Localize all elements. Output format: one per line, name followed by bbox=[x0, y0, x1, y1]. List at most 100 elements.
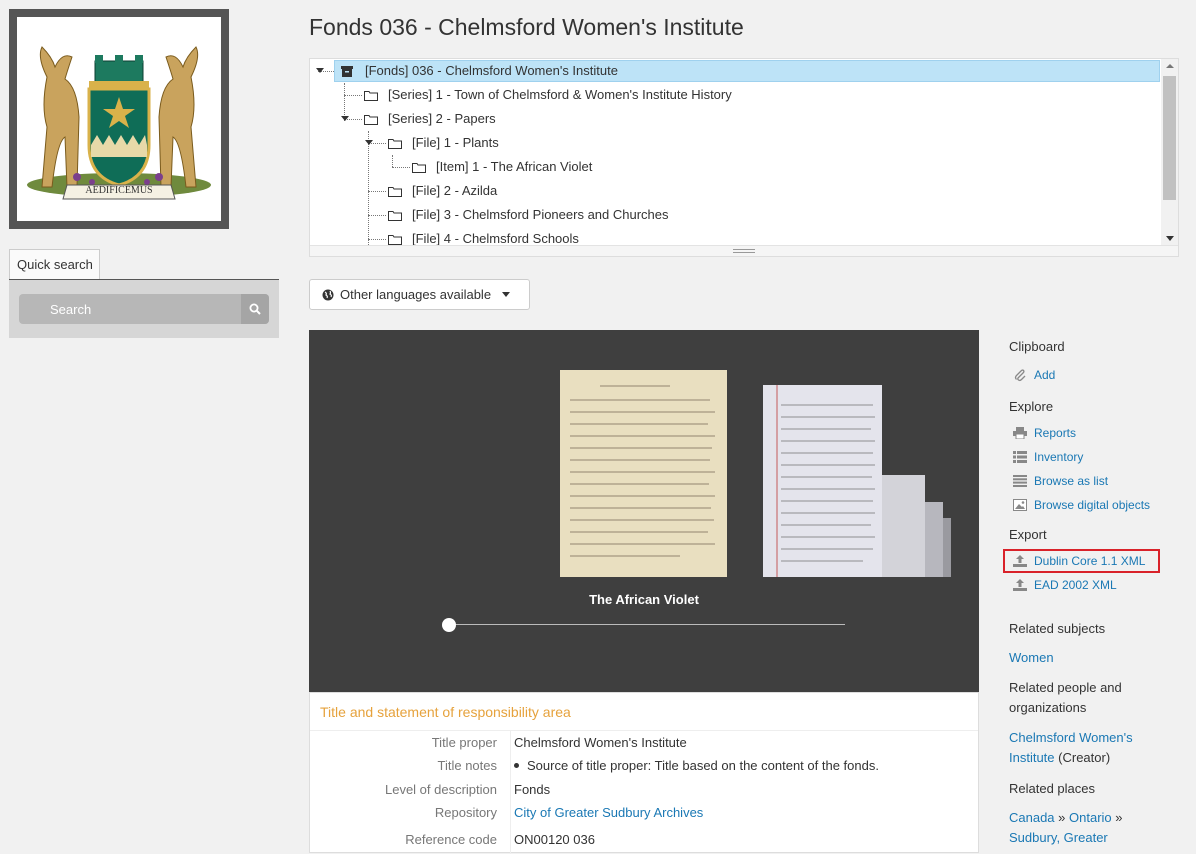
inventory-label: Inventory bbox=[1034, 450, 1084, 464]
hierarchy-treeview: [Fonds] 036 - Chelmsford Women's Institu… bbox=[309, 58, 1179, 257]
field-label: Title proper bbox=[431, 735, 497, 750]
tree-node-file-3[interactable]: [File] 3 - Chelmsford Pioneers and Churc… bbox=[388, 204, 669, 226]
digital-object-carousel: The African Violet bbox=[309, 330, 979, 692]
clipboard-add-label: Add bbox=[1034, 368, 1056, 382]
tree-node-label: [File] 3 - Chelmsford Pioneers and Churc… bbox=[412, 207, 669, 222]
tree-node-series-2[interactable]: [Series] 2 - Papers bbox=[364, 108, 496, 130]
paperclip-icon bbox=[1012, 368, 1028, 382]
field-reference-code: Reference code ON00120 036 bbox=[310, 832, 978, 847]
explore-heading: Explore bbox=[1009, 399, 1054, 414]
page-title: Fonds 036 - Chelmsford Women's Institute bbox=[309, 14, 744, 40]
thumbnail-stack-3 bbox=[943, 518, 951, 577]
list-icon bbox=[1012, 450, 1028, 464]
site-logo[interactable]: AEDIFICEMUS bbox=[9, 9, 229, 229]
related-subjects-heading: Related subjects bbox=[1009, 621, 1106, 636]
tree-scrollbar[interactable] bbox=[1161, 59, 1178, 246]
browse-as-list-link[interactable]: Browse as list bbox=[1012, 474, 1108, 488]
tree-node-label: [File] 1 - Plants bbox=[412, 135, 499, 150]
field-value: Chelmsford Women's Institute bbox=[514, 735, 687, 750]
printer-icon bbox=[1012, 426, 1028, 440]
tree-node-file-1[interactable]: [File] 1 - Plants bbox=[388, 132, 499, 154]
field-value: ON00120 036 bbox=[514, 832, 595, 847]
export-heading: Export bbox=[1009, 527, 1047, 542]
thumbnail-african-violet[interactable] bbox=[560, 370, 727, 577]
carousel-caption: The African Violet bbox=[589, 592, 699, 607]
browse-as-list-label: Browse as list bbox=[1034, 474, 1109, 488]
carousel-slider-handle[interactable] bbox=[442, 618, 456, 632]
place-link-canada[interactable]: Canada bbox=[1009, 810, 1055, 825]
field-label: Level of description bbox=[384, 782, 497, 797]
field-title-proper: Title proper Chelmsford Women's Institut… bbox=[310, 735, 978, 750]
upload-icon bbox=[1012, 578, 1028, 592]
globe-icon bbox=[322, 289, 334, 300]
folder-icon bbox=[388, 232, 404, 246]
search-box bbox=[19, 294, 269, 324]
dublin-core-label: Dublin Core 1.1 XML bbox=[1034, 554, 1146, 568]
browse-digital-objects-label: Browse digital objects bbox=[1034, 498, 1151, 512]
related-people-entry: Chelmsford Women's Institute (Creator) bbox=[1009, 728, 1169, 768]
place-separator: » bbox=[1111, 810, 1123, 825]
quick-search-panel bbox=[9, 280, 279, 338]
tree-node-fonds[interactable]: [Fonds] 036 - Chelmsford Women's Institu… bbox=[334, 60, 1160, 82]
field-label: Repository bbox=[434, 805, 497, 820]
tree-node-label: [Item] 1 - The African Violet bbox=[436, 159, 593, 174]
field-label: Title notes bbox=[437, 758, 498, 773]
field-value-wrapper: Source of title proper: Title based on t… bbox=[505, 758, 978, 773]
field-label: Reference code bbox=[405, 832, 497, 847]
tree-node-series-1[interactable]: [Series] 1 - Town of Chelmsford & Women'… bbox=[364, 84, 732, 106]
tree-resize-handle[interactable] bbox=[310, 245, 1178, 256]
place-link-sudbury[interactable]: Sudbury, Greater bbox=[1009, 830, 1108, 845]
subject-link-women[interactable]: Women bbox=[1009, 648, 1054, 668]
folder-icon bbox=[388, 184, 404, 198]
repository-link[interactable]: City of Greater Sudbury Archives bbox=[514, 805, 703, 820]
search-input[interactable] bbox=[19, 294, 239, 324]
field-repository: Repository City of Greater Sudbury Archi… bbox=[310, 805, 978, 820]
folder-icon bbox=[364, 88, 380, 102]
image-icon bbox=[1012, 498, 1028, 512]
ead-export-link[interactable]: EAD 2002 XML bbox=[1012, 578, 1117, 592]
field-level: Level of description Fonds bbox=[310, 782, 978, 797]
scroll-up-icon[interactable] bbox=[1166, 64, 1174, 68]
clipboard-add-link[interactable]: Add bbox=[1012, 368, 1055, 382]
motto-text: AEDIFICEMUS bbox=[85, 185, 153, 196]
other-languages-label: Other languages available bbox=[340, 287, 492, 302]
coat-of-arms-image: AEDIFICEMUS bbox=[17, 17, 221, 221]
inventory-link[interactable]: Inventory bbox=[1012, 450, 1083, 464]
field-title-notes: Title notes Source of title proper: Titl… bbox=[310, 758, 978, 773]
thumbnail-stack-1 bbox=[882, 475, 925, 577]
scroll-thumb[interactable] bbox=[1163, 76, 1176, 200]
other-languages-dropdown[interactable]: Other languages available bbox=[309, 279, 530, 310]
tree-node-file-2[interactable]: [File] 2 - Azilda bbox=[388, 180, 497, 202]
tree-node-label: [Series] 1 - Town of Chelmsford & Women'… bbox=[388, 87, 732, 102]
related-people-heading: Related people and organizations bbox=[1009, 680, 1122, 715]
thumbnail-document-2[interactable] bbox=[763, 385, 882, 577]
place-link-ontario[interactable]: Ontario bbox=[1069, 810, 1112, 825]
browse-digital-objects-link[interactable]: Browse digital objects bbox=[1012, 498, 1150, 512]
related-places-heading: Related places bbox=[1009, 781, 1095, 796]
related-places-list: Canada » Ontario » Sudbury, Greater bbox=[1009, 808, 1169, 848]
dublin-core-export-link[interactable]: Dublin Core 1.1 XML bbox=[1012, 554, 1145, 568]
tree-node-label: [Fonds] 036 - Chelmsford Women's Institu… bbox=[365, 63, 618, 78]
list-lines-icon bbox=[1012, 474, 1028, 488]
ead-label: EAD 2002 XML bbox=[1034, 578, 1117, 592]
folder-icon bbox=[412, 160, 428, 174]
quick-search-tab[interactable]: Quick search bbox=[9, 249, 100, 280]
search-button[interactable] bbox=[241, 294, 269, 324]
clipboard-heading: Clipboard bbox=[1009, 339, 1065, 354]
folder-icon bbox=[364, 112, 380, 126]
reports-link[interactable]: Reports bbox=[1012, 426, 1076, 440]
place-separator: » bbox=[1054, 810, 1070, 825]
search-icon bbox=[249, 303, 261, 315]
field-value: Source of title proper: Title based on t… bbox=[527, 758, 879, 773]
thumbnail-stack-2 bbox=[925, 502, 943, 577]
tree-node-item-1[interactable]: [Item] 1 - The African Violet bbox=[412, 156, 592, 178]
tree-node-label: [Series] 2 - Papers bbox=[388, 111, 496, 126]
field-value: Fonds bbox=[514, 782, 551, 797]
carousel-slider-track[interactable] bbox=[449, 624, 845, 625]
reports-label: Reports bbox=[1034, 426, 1077, 440]
upload-icon bbox=[1012, 554, 1028, 568]
creator-role: (Creator) bbox=[1054, 750, 1111, 765]
scroll-down-icon[interactable] bbox=[1166, 236, 1174, 241]
title-statement-section: Title and statement of responsibility ar… bbox=[309, 692, 979, 854]
folder-icon bbox=[388, 208, 404, 222]
